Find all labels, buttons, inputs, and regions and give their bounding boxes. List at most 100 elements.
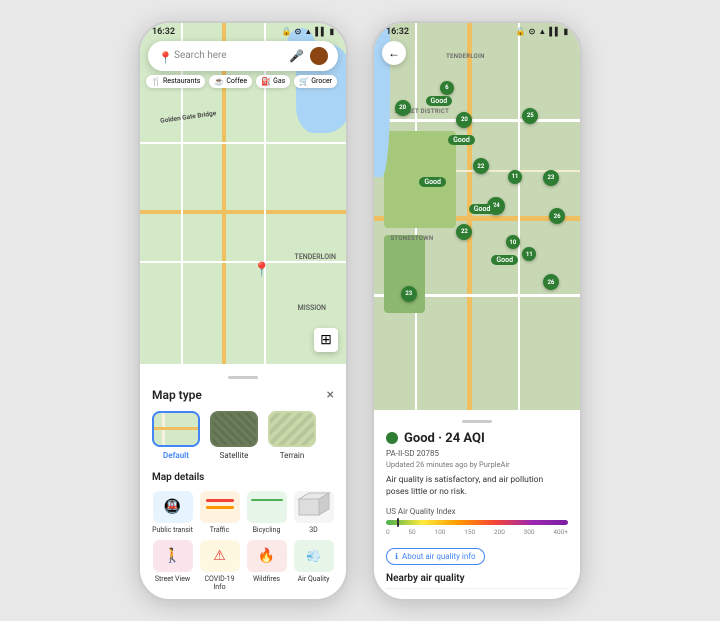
transit-label: Public transit bbox=[152, 526, 193, 534]
chip-grocery[interactable]: 🛒 Grocer bbox=[294, 75, 337, 88]
sheet-title: Map type bbox=[152, 388, 202, 402]
aqi-label-200: 200 bbox=[494, 528, 505, 536]
map-type-terrain[interactable]: Terrain bbox=[268, 411, 316, 460]
lock-icon-2: 🔒 bbox=[516, 27, 526, 36]
golden-gate-label: Golden Gate Bridge bbox=[160, 109, 217, 125]
aqi-marker[interactable]: 6 bbox=[440, 81, 454, 95]
aqi-marker[interactable]: 20 bbox=[395, 100, 411, 116]
map-type-satellite[interactable]: Satellite bbox=[210, 411, 258, 460]
search-bar[interactable]: 📍 Search here 🎤 bbox=[148, 41, 338, 71]
terrain-thumb bbox=[268, 411, 316, 447]
about-link-text: About air quality info bbox=[402, 552, 476, 561]
chip-coffee-label: Coffee bbox=[226, 77, 247, 85]
aqi-marker[interactable]: 26 bbox=[549, 208, 565, 224]
aqi-marker[interactable]: 22 bbox=[473, 158, 489, 174]
chip-restaurant-label: Restaurants bbox=[163, 77, 200, 85]
airquality-thumb bbox=[294, 540, 334, 572]
coffee-icon: ☕ bbox=[214, 77, 224, 86]
detail-streetview[interactable]: Street View bbox=[152, 540, 193, 591]
status-icons-1: 🔒 ⊙ ▲ ▌▌ ▮ bbox=[282, 27, 334, 36]
chip-coffee[interactable]: ☕ Coffee bbox=[209, 75, 252, 88]
detail-wildfires[interactable]: Wildfires bbox=[246, 540, 287, 591]
detail-3d[interactable]: 3D bbox=[293, 491, 334, 534]
drag-handle bbox=[228, 376, 258, 379]
aqi-marker[interactable]: 11 bbox=[522, 247, 536, 261]
covid-label: COVID-19 Info bbox=[199, 575, 240, 591]
restaurant-icon: 🍴 bbox=[151, 77, 161, 86]
signal-icon-2: ▌▌ bbox=[549, 27, 560, 36]
road-h3 bbox=[140, 261, 346, 263]
traffic-thumb bbox=[200, 491, 240, 523]
detail-traffic[interactable]: Traffic bbox=[199, 491, 240, 534]
aqi-marker[interactable]: 23 bbox=[543, 170, 559, 186]
chip-restaurants[interactable]: 🍴 Restaurants bbox=[146, 75, 205, 88]
nearby-air-quality-label: Nearby air quality bbox=[386, 573, 568, 589]
back-arrow-icon: ← bbox=[388, 46, 400, 60]
road-h2 bbox=[140, 142, 346, 144]
map-type-default[interactable]: Default bbox=[152, 411, 200, 460]
terrain-label: Terrain bbox=[280, 451, 305, 460]
3d-label: 3D bbox=[309, 526, 318, 534]
3d-thumb bbox=[294, 491, 334, 523]
grocery-icon: 🛒 bbox=[299, 77, 309, 86]
detail-airquality[interactable]: Air Quality bbox=[293, 540, 334, 591]
layers-button[interactable]: ⊞ bbox=[314, 328, 338, 352]
detail-transit[interactable]: Public transit bbox=[152, 491, 193, 534]
status-bar-2: 16:32 🔒 ⊙ ▲ ▌▌ ▮ bbox=[374, 23, 580, 41]
aqi-marker[interactable]: 20 bbox=[456, 112, 472, 128]
map-area-2: SUNSET DISTRICT TENDERLOIN STONESTOWN 62… bbox=[374, 23, 580, 410]
tenderloin-label2: TENDERLOIN bbox=[446, 53, 485, 60]
search-pin-icon: 📍 bbox=[158, 51, 168, 61]
search-text[interactable]: Search here bbox=[174, 50, 283, 61]
user-avatar[interactable] bbox=[310, 47, 328, 65]
back-button[interactable]: ← bbox=[382, 41, 406, 65]
search-overlay: 📍 Search here 🎤 bbox=[148, 41, 338, 71]
lock-icon: 🔒 bbox=[282, 27, 292, 36]
good-label: Good bbox=[419, 177, 446, 187]
3d-svg bbox=[294, 491, 334, 523]
sheet-header: Map type × bbox=[152, 387, 334, 403]
aqi-update: Updated 26 minutes ago by PurpleAir bbox=[386, 460, 568, 469]
satellite-label: Satellite bbox=[220, 451, 249, 460]
aqi-label-50: 50 bbox=[408, 528, 415, 536]
signal-icon: ▌▌ bbox=[315, 27, 326, 36]
category-chips: 🍴 Restaurants ☕ Coffee ⛽ Gas 🛒 Grocer bbox=[146, 75, 340, 88]
aqi-label-150: 150 bbox=[464, 528, 475, 536]
tenderloin-label: TENDERLOIN bbox=[295, 253, 336, 261]
aqi-description: Air quality is satisfactory, and air pol… bbox=[386, 475, 568, 499]
aqi-title-row: Good · 24 AQI bbox=[386, 431, 568, 446]
aqi-label-0: 0 bbox=[386, 528, 390, 536]
aqi-quality-label: Good · 24 AQI bbox=[404, 431, 485, 446]
about-air-quality-link[interactable]: ℹ About air quality info bbox=[386, 548, 485, 565]
map-details-grid: Public transit Traffic Bicycling bbox=[152, 491, 334, 591]
road2-h2 bbox=[374, 119, 580, 122]
aqi-marker[interactable]: 11 bbox=[508, 170, 522, 184]
aqi-bar-labels: 0 50 100 150 200 300 400+ bbox=[386, 528, 568, 536]
status-bar-1: 16:32 🔒 ⊙ ▲ ▌▌ ▮ bbox=[140, 23, 346, 41]
bicycling-thumb bbox=[247, 491, 287, 523]
aqi-label-100: 100 bbox=[434, 528, 445, 536]
mission-label: MISSION bbox=[298, 304, 326, 312]
close-button[interactable]: × bbox=[327, 387, 334, 403]
streetview-thumb bbox=[153, 540, 193, 572]
detail-covid[interactable]: COVID-19 Info bbox=[199, 540, 240, 591]
detail-bicycling[interactable]: Bicycling bbox=[246, 491, 287, 534]
transit-thumb bbox=[153, 491, 193, 523]
good-label: Good bbox=[448, 135, 475, 145]
default-thumb bbox=[152, 411, 200, 447]
chip-gas-label: Gas bbox=[273, 77, 285, 85]
aqi-gradient-bar bbox=[386, 520, 568, 525]
aqi-marker[interactable]: 26 bbox=[543, 274, 559, 290]
good-label: Good bbox=[469, 204, 496, 214]
drag-handle-2 bbox=[462, 420, 492, 423]
info-icon: ℹ bbox=[395, 552, 398, 561]
default-label: Default bbox=[163, 451, 189, 460]
location-icon-2: ⊙ bbox=[529, 27, 536, 36]
map-type-row: Default Satellite Terrain bbox=[152, 411, 334, 460]
chip-gas[interactable]: ⛽ Gas bbox=[256, 75, 290, 88]
mic-icon[interactable]: 🎤 bbox=[289, 49, 304, 63]
aqi-marker[interactable]: 25 bbox=[522, 108, 538, 124]
traffic-label: Traffic bbox=[210, 526, 230, 534]
good-label: Good bbox=[426, 96, 453, 106]
aqi-marker[interactable]: 23 bbox=[401, 286, 417, 302]
